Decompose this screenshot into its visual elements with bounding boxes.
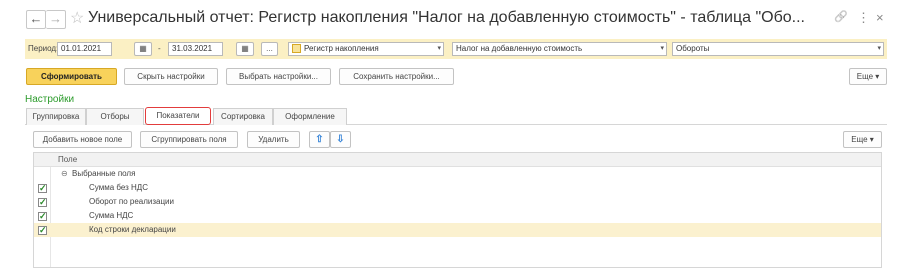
generate-button[interactable]: Сформировать (26, 68, 117, 85)
tab-sorting[interactable]: Сортировка (213, 108, 273, 125)
collapse-icon[interactable]: ⊖ (61, 167, 68, 181)
table-row[interactable]: ✓ Оборот по реализации (34, 195, 881, 209)
tab-filters[interactable]: Отборы (86, 108, 144, 125)
tab-grouping[interactable]: Группировка (26, 108, 86, 125)
arrow-up-icon: ⇧ (315, 134, 324, 145)
group-row-selected-fields[interactable]: ⊖ Выбранные поля (34, 167, 881, 181)
tab-appearance[interactable]: Оформление (273, 108, 347, 125)
forward-button[interactable]: → (46, 10, 66, 29)
column-header-field[interactable]: Поле (34, 153, 881, 167)
period-from-input[interactable]: 01.01.2021 (57, 42, 112, 56)
close-icon[interactable]: × (876, 10, 884, 25)
period-to-input[interactable]: 31.03.2021 (168, 42, 223, 56)
table-row[interactable]: ✓ Сумма без НДС (34, 181, 881, 195)
group-row-label: Выбранные поля (72, 169, 136, 178)
add-field-button[interactable]: Добавить новое поле (33, 131, 132, 148)
field-label: Сумма без НДС (89, 183, 148, 192)
arrow-down-icon: ⇩ (336, 134, 345, 145)
table-row[interactable]: ✓ Сумма НДС (34, 209, 881, 223)
calendar-to-button[interactable]: ▦ (236, 42, 254, 56)
field-checkbox[interactable]: ✓ (38, 226, 47, 235)
chevron-down-icon: ▾ (437, 45, 441, 52)
register-icon (292, 44, 301, 53)
arrow-left-icon: ← (29, 11, 43, 26)
fields-table[interactable]: Поле ⊖ Выбранные поля ✓ Сумма без НДС ✓ … (33, 152, 882, 268)
table-select[interactable]: Обороты ▾ (672, 42, 884, 56)
chevron-down-icon: ▾ (660, 45, 664, 52)
source-type-select[interactable]: Регистр накопления ▾ (288, 42, 444, 56)
save-settings-button[interactable]: Сохранить настройки... (339, 68, 454, 85)
hide-settings-button[interactable]: Скрыть настройки (124, 68, 218, 85)
tab-indicators[interactable]: Показатели (145, 107, 211, 125)
field-checkbox[interactable]: ✓ (38, 184, 47, 193)
arrow-right-icon: → (49, 11, 62, 26)
field-label: Сумма НДС (89, 211, 134, 220)
delete-button[interactable]: Удалить (247, 131, 300, 148)
link-icon[interactable]: 🔗 (834, 10, 848, 23)
calendar-from-button[interactable]: ▦ (134, 42, 152, 56)
panel-more-button[interactable]: Еще ▾ (843, 131, 882, 148)
settings-heading: Настройки (25, 94, 75, 105)
calendar-icon: ▦ (139, 44, 147, 53)
table-row-selected[interactable]: ✓ Код строки декларации (34, 223, 881, 237)
more-button[interactable]: Еще ▾ (849, 68, 887, 85)
field-checkbox[interactable]: ✓ (38, 198, 47, 207)
field-label: Код строки декларации (89, 225, 176, 234)
more-vertical-icon[interactable]: ⋮ (857, 10, 870, 26)
chevron-down-icon: ▾ (877, 45, 881, 52)
group-fields-button[interactable]: Сгруппировать поля (140, 131, 238, 148)
back-button[interactable]: ← (26, 10, 46, 29)
period-dash: - (158, 44, 161, 53)
source-name-select[interactable]: Налог на добавленную стоимость ▾ (452, 42, 667, 56)
move-down-button[interactable]: ⇩ (330, 131, 351, 148)
period-label: Период: (28, 44, 59, 53)
choose-settings-button[interactable]: Выбрать настройки... (226, 68, 331, 85)
star-icon[interactable]: ☆ (70, 8, 84, 28)
calendar-icon: ▦ (241, 44, 249, 53)
field-checkbox[interactable]: ✓ (38, 212, 47, 221)
window-title: Универсальный отчет: Регистр накопления … (88, 9, 805, 26)
select-period-button[interactable]: ... (261, 42, 278, 56)
move-up-button[interactable]: ⇧ (309, 131, 330, 148)
field-label: Оборот по реализации (89, 197, 174, 206)
